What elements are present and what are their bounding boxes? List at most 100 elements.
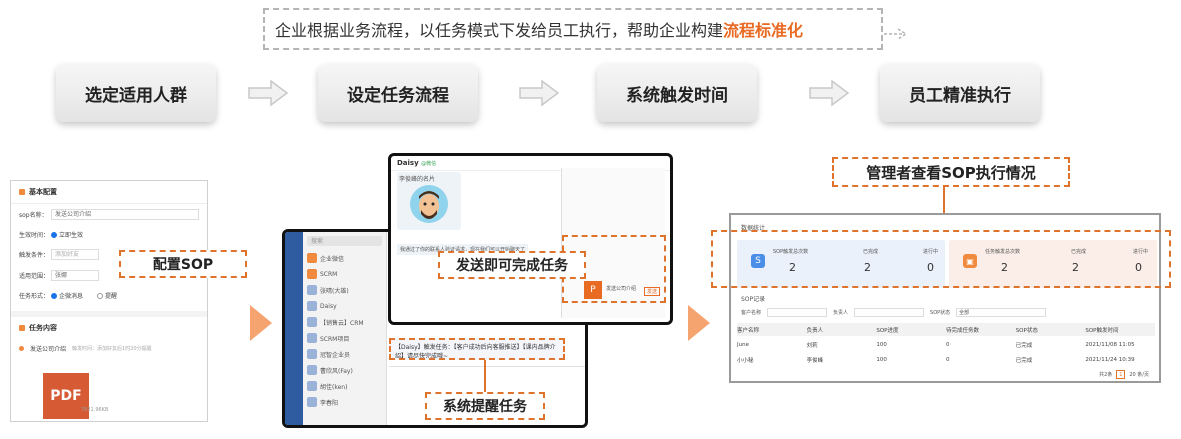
cell: 0 bbox=[946, 341, 950, 348]
owner-filter-input[interactable] bbox=[854, 308, 925, 317]
contact-name: 曹欣风(Fay) bbox=[320, 367, 353, 375]
status-filter-select[interactable]: 全部 bbox=[956, 308, 1047, 317]
filter-bar: 客户名称 负责人 SOP状态 全部 bbox=[741, 308, 1047, 317]
contact-list: 搜索 企业微信 SCRM 张晴(大雄) Daisy 【销售云】CRM SCRM项… bbox=[303, 232, 387, 425]
cell: June bbox=[737, 341, 749, 348]
chat-user: Daisy bbox=[397, 159, 419, 167]
section-icon bbox=[19, 189, 25, 195]
avatar bbox=[307, 349, 317, 359]
flow-arrow-icon bbox=[688, 305, 710, 341]
contact-name: SCRM bbox=[320, 270, 338, 278]
contact-item[interactable]: 李春阳 bbox=[303, 394, 386, 410]
task-header: 任务内容 bbox=[11, 317, 207, 339]
contact-card[interactable]: 李俊峰的名片 bbox=[397, 172, 461, 230]
contact-item[interactable]: SCRM项目 bbox=[303, 330, 386, 346]
page-size-select[interactable]: 20 条/页 bbox=[1129, 371, 1149, 378]
contact-name: 冠智企业员 bbox=[320, 351, 351, 359]
customer-filter-input[interactable] bbox=[767, 308, 828, 317]
app-rail bbox=[285, 232, 303, 425]
form-opt2: 提醒 bbox=[105, 293, 118, 300]
callout-send-complete: 发送即可完成任务 bbox=[438, 251, 586, 279]
banner-text: 企业根据业务流程，以任务模式下发给员工执行，帮助企业构建 bbox=[275, 21, 724, 40]
sop-name-input[interactable]: 发送公司介绍 bbox=[51, 209, 199, 220]
cell: 2021/11/24 10:39 bbox=[1085, 356, 1135, 363]
config-header: 基本配置 bbox=[11, 181, 207, 204]
task-header-label: 任务内容 bbox=[29, 324, 57, 332]
filter-status-label: SOP状态 bbox=[930, 310, 951, 316]
pagination: 共2条 1 20 条/页 bbox=[1099, 370, 1149, 379]
contact-name: SCRM项目 bbox=[320, 335, 350, 343]
callout-system-remind: 系统提醒任务 bbox=[425, 392, 545, 420]
form-radio-1[interactable] bbox=[51, 292, 57, 299]
avatar bbox=[307, 301, 317, 311]
banner-pointer-icon bbox=[884, 28, 908, 40]
contact-item[interactable]: 企业微信 bbox=[303, 250, 386, 266]
cell: 100 bbox=[876, 341, 887, 348]
sop-item-label: 发送公司介绍 bbox=[606, 286, 637, 292]
cell: 小小秘 bbox=[737, 357, 754, 364]
sop-name-row: sop名称： 发送公司介绍 bbox=[11, 204, 207, 225]
step-execute: 员工精准执行 bbox=[880, 64, 1040, 122]
flow-arrow-icon bbox=[250, 305, 272, 341]
contact-item[interactable]: Daisy bbox=[303, 298, 386, 314]
page-button[interactable]: 1 bbox=[1116, 370, 1126, 379]
callout-manager-view: 管理者查看SOP执行情况 bbox=[832, 157, 1070, 187]
arrow-right-icon bbox=[809, 79, 850, 107]
avatar bbox=[307, 253, 317, 263]
contact-name: 张晴(大雄) bbox=[320, 287, 349, 295]
chat-user-tag: @微信 bbox=[421, 161, 437, 167]
form-opt1: 企微消息 bbox=[59, 293, 84, 300]
callout-connector bbox=[484, 360, 486, 392]
avatar bbox=[307, 333, 317, 343]
pdf-icon: P bbox=[584, 281, 602, 299]
composer-divider bbox=[389, 366, 585, 367]
effective-label: 生效时间： bbox=[19, 232, 50, 239]
contact-item[interactable]: SCRM bbox=[303, 266, 386, 282]
arrow-right-icon bbox=[519, 79, 560, 107]
step-select-audience: 选定适用人群 bbox=[56, 64, 216, 122]
cell: 刘莉 bbox=[806, 342, 818, 349]
send-button[interactable]: 发送 bbox=[644, 287, 661, 296]
scope-select[interactable]: 张娜 bbox=[51, 270, 99, 281]
cell: 已完成 bbox=[1015, 357, 1033, 364]
pdf-label: PDF bbox=[50, 388, 82, 404]
filter-owner-label: 负责人 bbox=[833, 310, 849, 316]
form-label: 任务形式： bbox=[19, 293, 50, 300]
contact-item[interactable]: 曹欣风(Fay) bbox=[303, 362, 386, 378]
task-reminder-message: 【Daisy】触发任务：【客户成功后向客服推送】【课内品牌介绍】请尽快完成哦~ bbox=[389, 338, 565, 360]
cell: 0 bbox=[946, 356, 950, 363]
avatar-face-icon bbox=[410, 185, 448, 223]
callout-config-sop: 配置SOP bbox=[119, 250, 247, 278]
effective-radio[interactable] bbox=[51, 231, 57, 238]
col-progress: SOP进度 bbox=[876, 327, 899, 334]
avatar bbox=[307, 317, 317, 327]
filter-customer-label: 客户名称 bbox=[741, 310, 762, 316]
trigger-select[interactable]: 添加好友 bbox=[51, 249, 99, 260]
chat-window-top: Daisy @微信 李俊峰的名片 我通过了你的联系人验证请求，现在我们可以开始聊… bbox=[388, 153, 673, 325]
form-row: 任务形式： 企微消息 提醒 bbox=[11, 286, 207, 305]
avatar bbox=[307, 269, 317, 279]
contact-item[interactable]: 胡佳(ken) bbox=[303, 378, 386, 394]
contact-name: 【销售云】CRM bbox=[320, 319, 364, 327]
cell: 2021/11/08 11:05 bbox=[1085, 341, 1135, 348]
form-radio-2[interactable] bbox=[97, 292, 104, 299]
contact-item[interactable]: 冠智企业员 bbox=[303, 346, 386, 362]
table-header: 客户名称 负责人 SOP进度 待完成任务数 SOP状态 SOP触发时间 bbox=[737, 323, 1155, 336]
cell: 100 bbox=[876, 356, 887, 363]
effective-row: 生效时间： 立即生效 bbox=[11, 225, 207, 244]
headline-banner: 企业根据业务流程，以任务模式下发给员工执行，帮助企业构建 流程标准化 bbox=[263, 8, 883, 50]
col-customer: 客户名称 bbox=[737, 327, 760, 334]
search-input[interactable]: 搜索 bbox=[307, 236, 382, 246]
table-row[interactable]: June 刘莉 100 0 已完成 2021/11/08 11:05 bbox=[737, 338, 1155, 351]
scope-label: 适用范围： bbox=[19, 273, 50, 280]
contact-item[interactable]: 张晴(大雄) bbox=[303, 282, 386, 298]
contact-name: 企业微信 bbox=[320, 255, 345, 263]
contact-item[interactable]: 【销售云】CRM bbox=[303, 314, 386, 330]
step-trigger-time: 系统触发时间 bbox=[597, 64, 757, 122]
col-owner: 负责人 bbox=[806, 327, 824, 334]
arrow-right-icon bbox=[248, 79, 289, 107]
stats-highlight-box bbox=[711, 230, 1171, 288]
col-trigger-time: SOP触发时间 bbox=[1085, 327, 1119, 334]
task-detail: 触发时间：添加好友后1时20分提醒 bbox=[72, 346, 152, 352]
table-row[interactable]: 小小秘 李俊峰 100 0 已完成 2021/11/24 10:39 bbox=[737, 353, 1155, 366]
